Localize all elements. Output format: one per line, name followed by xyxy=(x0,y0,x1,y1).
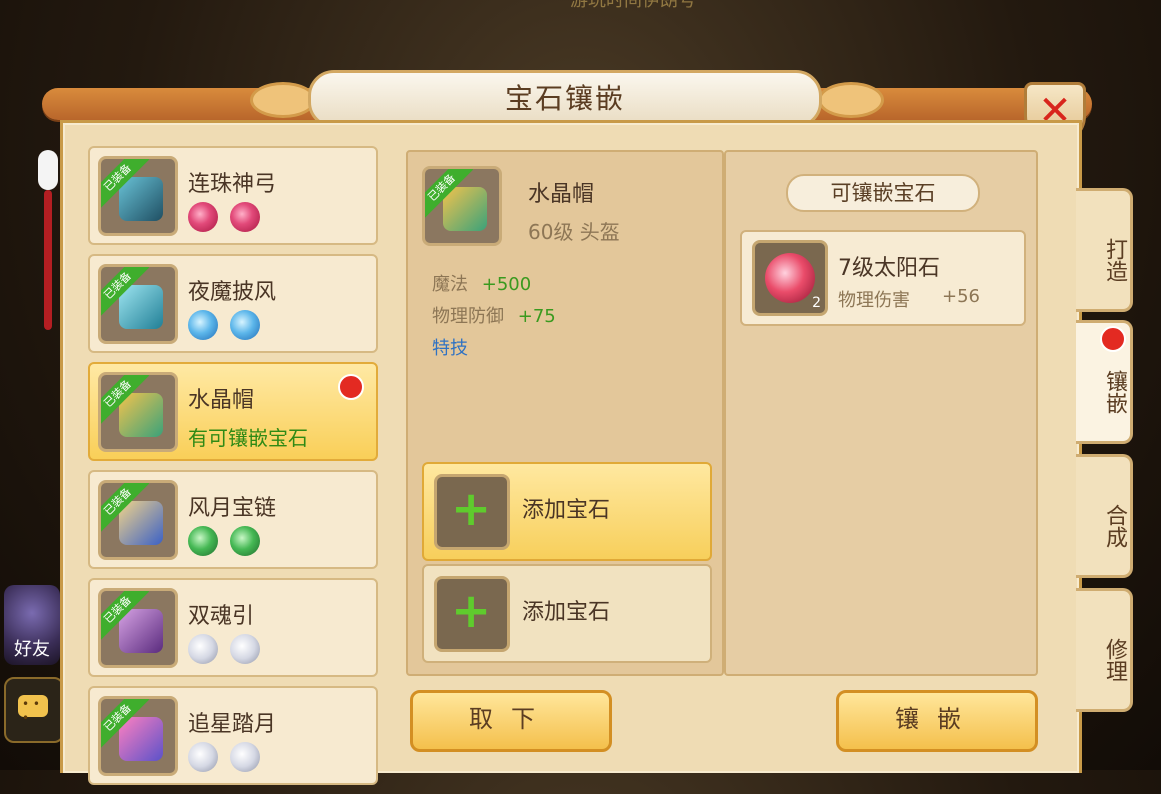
white-gem-icon xyxy=(188,742,218,772)
bow-icon xyxy=(119,177,163,221)
gem-count: 2 xyxy=(812,295,821,311)
gem-pane: 可镶嵌宝石 2 7级太阳石 物理伤害 +56 xyxy=(724,150,1038,676)
equipment-item-5[interactable]: 已装备 双魂引 xyxy=(88,578,378,677)
tab-label: 修理 xyxy=(1102,638,1127,682)
equipment-icon-frame: 已装备 xyxy=(98,588,178,668)
gem-stat-key: 物理伤害 xyxy=(838,290,910,311)
equipment-icon-frame: 已装备 xyxy=(98,372,178,452)
tassel-bead xyxy=(38,150,58,190)
red-gem-icon xyxy=(230,202,260,232)
gem-row xyxy=(188,634,272,668)
gem-row xyxy=(188,202,272,236)
special-skill-link[interactable]: 特技 xyxy=(432,334,468,360)
add-gem-slot-2[interactable]: + 添加宝石 xyxy=(422,564,712,663)
title-left-ornament xyxy=(250,82,316,118)
add-gem-label: 添加宝石 xyxy=(522,600,611,625)
equipment-icon-frame: 已装备 xyxy=(98,264,178,344)
plus-icon: + xyxy=(451,583,492,639)
plus-icon-frame: + xyxy=(434,474,510,550)
tab-label: 镶嵌 xyxy=(1102,370,1127,414)
chat-button[interactable] xyxy=(4,677,64,743)
gem-pane-title: 可镶嵌宝石 xyxy=(786,174,980,212)
equipment-icon-frame: 已装备 xyxy=(98,480,178,560)
stat-key: 物理防御 xyxy=(432,306,504,327)
equipment-name: 双魂引 xyxy=(188,604,255,629)
friend-label: 好友 xyxy=(14,639,50,660)
equipment-detail-pane: 已装备 水晶帽 60级 头盔 魔法 +500 物理防御 +75 特技 + 添加宝… xyxy=(406,150,724,676)
tab-label: 合成 xyxy=(1102,504,1127,548)
necklace-icon xyxy=(119,501,163,545)
detail-icon-frame: 已装备 xyxy=(422,166,502,246)
equipment-name: 追星踏月 xyxy=(188,712,277,737)
title-right-ornament xyxy=(818,82,884,118)
window-title: 宝石镶嵌 xyxy=(504,82,625,115)
detail-level: 60级 头盔 xyxy=(528,220,620,244)
helmet-icon xyxy=(119,393,163,437)
equipment-name: 连珠神弓 xyxy=(188,172,277,197)
tassel-cord xyxy=(44,190,52,330)
stat-physical-defense: 物理防御 +75 xyxy=(432,302,556,328)
equipment-item-1[interactable]: 已装备 连珠神弓 xyxy=(88,146,378,245)
stat-value: +500 xyxy=(481,274,532,295)
add-gem-slot-1[interactable]: + 添加宝石 xyxy=(422,462,712,561)
equipment-name: 风月宝链 xyxy=(188,496,277,521)
stat-magic: 魔法 +500 xyxy=(432,270,531,296)
stat-key: 魔法 xyxy=(432,274,468,295)
equipment-name: 夜魔披风 xyxy=(188,280,277,305)
chat-bubble-icon xyxy=(18,695,48,725)
gem-name: 7级太阳石 xyxy=(838,256,940,281)
background-top-text: 游玩时间伊朗号 xyxy=(570,0,696,11)
gem-icon-frame: 2 xyxy=(752,240,828,316)
red-gem-icon xyxy=(188,202,218,232)
tab-repair[interactable]: 修理 xyxy=(1076,588,1133,712)
decorative-tassel xyxy=(38,110,58,330)
equipment-icon-frame: 已装备 xyxy=(98,156,178,236)
equipment-icon-frame: 已装备 xyxy=(98,696,178,776)
detail-name: 水晶帽 xyxy=(528,182,595,207)
cloak-icon xyxy=(119,285,163,329)
green-gem-icon xyxy=(230,526,260,556)
equipment-list: 已装备 连珠神弓 已装备 夜魔披风 已装备 水晶帽 有可镶嵌宝石 已装备 风月宝… xyxy=(88,146,378,794)
gem-row xyxy=(188,526,272,560)
plus-icon-frame: + xyxy=(434,576,510,652)
stat-value: +75 xyxy=(517,306,556,327)
blue-gem-icon xyxy=(188,310,218,340)
equipment-item-3[interactable]: 已装备 水晶帽 有可镶嵌宝石 xyxy=(88,362,378,461)
friend-button[interactable]: 好友 xyxy=(4,585,60,665)
gem-card[interactable]: 2 7级太阳石 物理伤害 +56 xyxy=(740,230,1026,326)
charm-icon xyxy=(119,609,163,653)
equipment-item-2[interactable]: 已装备 夜魔披风 xyxy=(88,254,378,353)
equipment-name: 水晶帽 xyxy=(188,388,255,413)
alert-dot-icon xyxy=(338,374,364,400)
add-gem-label: 添加宝石 xyxy=(522,498,611,523)
gem-row xyxy=(188,310,272,344)
tab-alert-dot-icon xyxy=(1100,326,1126,352)
embed-button[interactable]: 镶嵌 xyxy=(836,690,1038,752)
equipment-subtitle: 有可镶嵌宝石 xyxy=(188,426,308,450)
tab-forge[interactable]: 打造 xyxy=(1076,188,1133,312)
equipment-item-4[interactable]: 已装备 风月宝链 xyxy=(88,470,378,569)
blue-gem-icon xyxy=(230,310,260,340)
remove-button[interactable]: 取下 xyxy=(410,690,612,752)
boots-icon xyxy=(119,717,163,761)
gem-stat-value: +56 xyxy=(942,286,980,307)
helmet-icon xyxy=(443,187,487,231)
sunstone-icon xyxy=(765,253,815,303)
white-gem-icon xyxy=(188,634,218,664)
plus-icon: + xyxy=(451,481,492,537)
white-gem-icon xyxy=(230,742,260,772)
equipment-item-6[interactable]: 已装备 追星踏月 xyxy=(88,686,378,785)
gem-row xyxy=(188,742,272,776)
tab-combine[interactable]: 合成 xyxy=(1076,454,1133,578)
green-gem-icon xyxy=(188,526,218,556)
tab-label: 打造 xyxy=(1102,238,1127,282)
white-gem-icon xyxy=(230,634,260,664)
